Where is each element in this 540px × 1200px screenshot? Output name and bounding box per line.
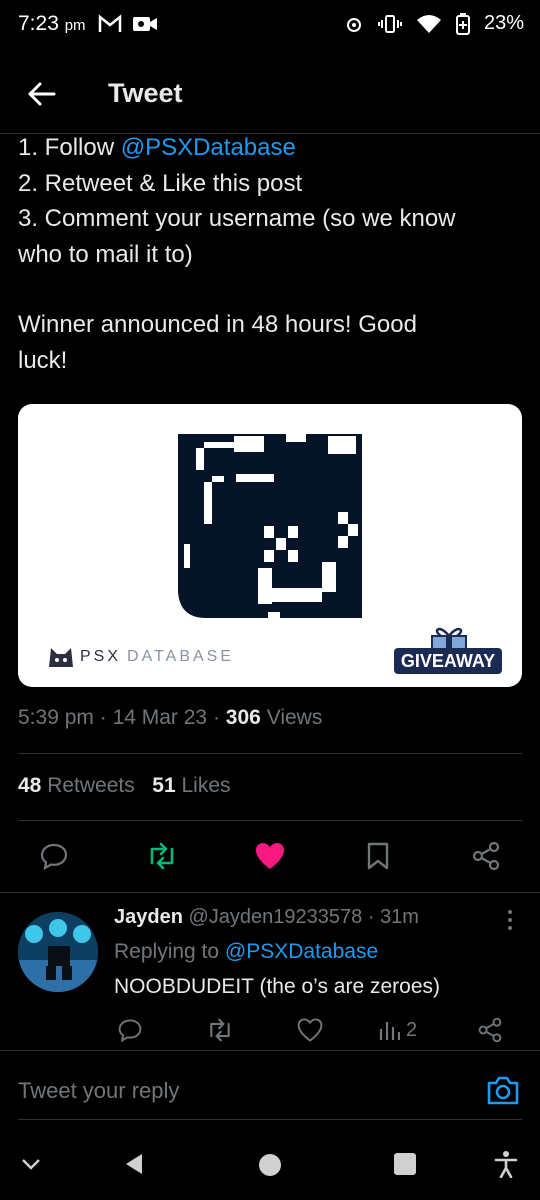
top-app-bar: Tweet xyxy=(0,54,540,134)
retweet-button[interactable] xyxy=(140,834,184,878)
retweets-stat[interactable]: 48 Retweets xyxy=(18,774,135,797)
heart-icon xyxy=(297,1018,323,1042)
tweet-line-1-text: 1. Follow xyxy=(18,134,121,161)
replying-to-label: Replying to xyxy=(114,940,220,963)
tweet-time: 5:39 pm xyxy=(18,706,94,729)
nav-back-icon[interactable] xyxy=(122,1152,146,1176)
reply-views-button[interactable]: 2 xyxy=(378,1008,438,1052)
tweet-text: 1. Follow @PSXDatabase 2. Retweet & Like… xyxy=(18,130,528,378)
views-label: Views xyxy=(266,706,323,729)
reply-author-handle[interactable]: @Jayden19233578 xyxy=(189,906,363,928)
reply-button[interactable] xyxy=(32,834,76,878)
alarm-icon xyxy=(346,17,361,32)
comment-icon xyxy=(118,1019,142,1043)
divider xyxy=(0,1050,540,1051)
wifi-icon xyxy=(416,14,441,33)
avatar[interactable] xyxy=(18,912,98,992)
system-navigation-bar xyxy=(0,1130,540,1200)
divider xyxy=(18,753,522,754)
battery-icon xyxy=(455,12,470,35)
likes-label: Likes xyxy=(181,774,231,797)
reply-composer-input[interactable]: Tweet your reply xyxy=(18,1078,179,1104)
retweets-count: 48 xyxy=(18,774,42,797)
camera-icon xyxy=(487,1076,519,1105)
tweet-image[interactable]: PSX DATABASE GIVEAWAY xyxy=(18,404,522,687)
avatar-image xyxy=(18,912,98,992)
reply-share-button[interactable] xyxy=(468,1008,512,1052)
brand-logo: PSX DATABASE xyxy=(48,646,234,668)
tweet-stats: 48 Retweets 51 Likes xyxy=(18,774,231,798)
likes-stat[interactable]: 51 Likes xyxy=(152,774,230,797)
gmail-icon xyxy=(98,14,122,32)
status-bar: 7:23 pm 23% xyxy=(0,0,540,54)
more-vertical-icon xyxy=(508,910,512,930)
status-time-ampm: pm xyxy=(64,17,86,34)
replying-to-handle[interactable]: @PSXDatabase xyxy=(225,940,378,963)
reply-like-button[interactable] xyxy=(288,1008,332,1052)
share-button[interactable] xyxy=(464,834,508,878)
divider xyxy=(18,1119,522,1120)
tweet-meta: 5:39 pm · 14 Mar 23 · 306 Views xyxy=(18,706,323,729)
battery-level: 23% xyxy=(483,12,524,34)
arrow-left-icon xyxy=(28,82,56,106)
retweet-icon xyxy=(150,842,174,870)
reply-header: Jayden @Jayden19233578 · 31m xyxy=(114,906,419,928)
mention-link[interactable]: @PSXDatabase xyxy=(121,134,296,161)
vibrate-icon xyxy=(377,14,402,33)
reply-comment-button[interactable] xyxy=(108,1008,152,1052)
tweet-date: 14 Mar 23 xyxy=(112,706,208,729)
divider xyxy=(0,892,540,893)
reply-views-count: 2 xyxy=(406,1018,418,1041)
retweets-label: Retweets xyxy=(47,774,135,797)
share-icon xyxy=(478,1017,502,1043)
views-count: 306 xyxy=(225,706,261,729)
reply-author-name[interactable]: Jayden xyxy=(114,906,183,928)
video-camera-icon xyxy=(133,17,157,31)
bookmark-button[interactable] xyxy=(356,834,400,878)
brand-database: DATABASE xyxy=(127,648,234,665)
status-time-value: 7:23 xyxy=(18,12,59,35)
reply-retweet-button[interactable] xyxy=(198,1008,242,1052)
bookmark-icon xyxy=(367,842,389,870)
likes-count: 51 xyxy=(152,774,176,797)
divider xyxy=(18,820,522,821)
more-options-button[interactable] xyxy=(500,908,520,937)
reply-text: NOOBDUDEIT (the o’s are zeroes) xyxy=(114,975,440,998)
giveaway-badge: GIVEAWAY xyxy=(394,627,502,674)
retweet-icon xyxy=(210,1018,230,1042)
analytics-icon xyxy=(379,1022,400,1040)
pixel-cat-image xyxy=(178,434,362,618)
heart-filled-icon xyxy=(256,843,284,869)
reply-time: 31m xyxy=(380,906,419,928)
chevron-down-icon[interactable] xyxy=(20,1154,42,1174)
nav-recents-icon[interactable] xyxy=(394,1153,416,1175)
accessibility-icon[interactable] xyxy=(494,1150,518,1178)
cat-logo-icon xyxy=(49,648,73,667)
like-button[interactable] xyxy=(248,834,292,878)
replying-to: Replying to @PSXDatabase xyxy=(114,940,378,964)
tweet-line-1: 1. Follow @PSXDatabase xyxy=(18,130,528,166)
comment-icon xyxy=(40,843,68,871)
tweet-line-4: Winner announced in 48 hours! Good luck! xyxy=(18,311,417,374)
giveaway-text: GIVEAWAY xyxy=(394,648,502,674)
back-button[interactable] xyxy=(22,74,62,114)
brand-psx: PSX xyxy=(80,648,122,665)
tweet-line-2: 2. Retweet & Like this post xyxy=(18,169,303,197)
page-title: Tweet xyxy=(108,78,183,108)
nav-home-icon[interactable] xyxy=(258,1153,282,1177)
share-icon xyxy=(472,841,500,871)
add-photo-button[interactable] xyxy=(486,1074,520,1111)
tweet-line-3: 3. Comment your username (so we know who… xyxy=(18,205,456,268)
status-time: 7:23 pm xyxy=(18,12,86,36)
